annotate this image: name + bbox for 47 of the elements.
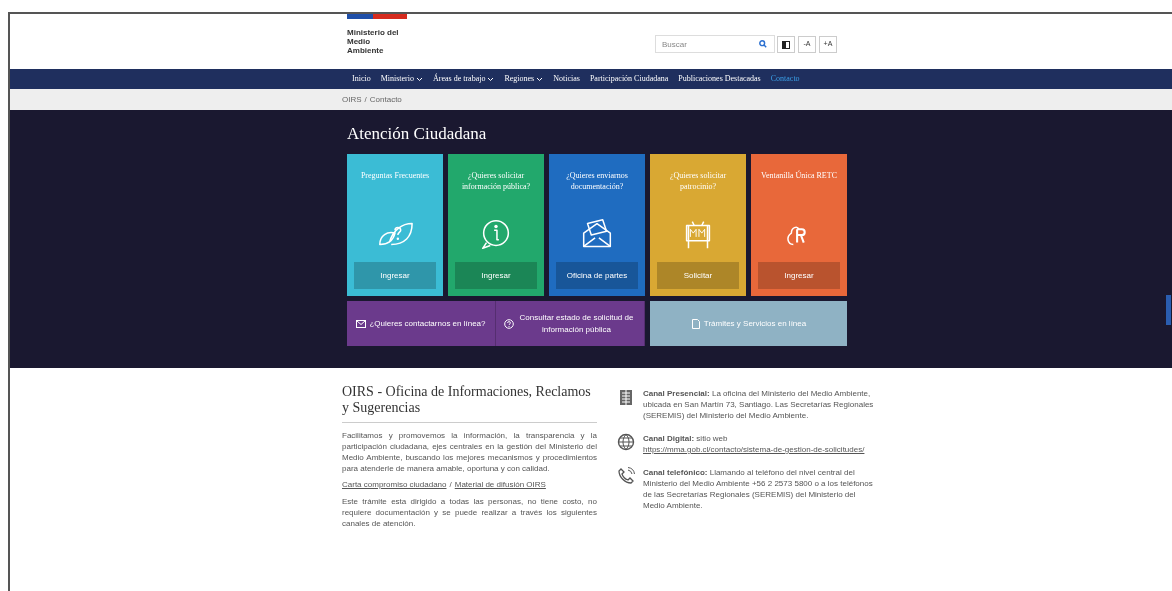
intro-paragraph: Facilitamos y promovemos la información, la transparencia y la participación ciudadana, ejes centrales en la gestión del Ministerio del Medio Ambiente, buscando los mejores mecanismos y procedimientos para atenderle de manera amable, oportuna y con calidad. bbox=[342, 430, 597, 474]
card-title: Preguntas Frecuentes bbox=[360, 170, 430, 182]
card-button[interactable]: Oficina de partes bbox=[556, 262, 638, 289]
card-button[interactable]: Ingresar bbox=[758, 262, 840, 289]
note-paragraph: Este trámite esta dirigido a todas las personas, no tiene costo, no requiere documentación y se puede realizar a través los siguientes canales de atención. bbox=[342, 496, 597, 529]
ministry-logo-text[interactable]: Ministerio del Medio Ambiente bbox=[347, 28, 407, 55]
chevron-down-icon bbox=[536, 76, 544, 82]
globe-icon bbox=[617, 433, 635, 451]
card-title: ¿Quieres enviarnos documentación? bbox=[565, 170, 629, 193]
nav-link[interactable]: Regiones bbox=[504, 73, 544, 85]
nav-link[interactable]: Participación Ciudadana bbox=[589, 73, 669, 85]
website-link[interactable]: https://mma.gob.cl/contacto/sistema-de-gestion-de-solicitudes/ bbox=[643, 445, 865, 454]
nav-link[interactable]: Publicaciones Destacadas bbox=[678, 73, 761, 85]
nav-link[interactable]: Áreas de trabajo bbox=[433, 73, 495, 85]
quick-link[interactable]: ¿Quieres contactarnos en línea? bbox=[347, 301, 496, 346]
card-title: ¿Quieres solicitar patrocinio? bbox=[668, 170, 728, 193]
nav-link[interactable]: Noticias bbox=[553, 73, 580, 85]
document-link[interactable]: Material de difusión OIRS bbox=[454, 479, 546, 491]
document-icon bbox=[690, 318, 701, 329]
nav-link[interactable]: Inicio bbox=[352, 73, 371, 85]
breadcrumb-link[interactable]: OIRS bbox=[342, 93, 362, 106]
phone-icon bbox=[617, 467, 635, 485]
chevron-down-icon bbox=[416, 76, 423, 82]
search-field[interactable]: Buscar bbox=[655, 35, 775, 53]
mail-icon bbox=[356, 318, 367, 329]
quick-link[interactable]: Consultar estado de solicitud de información pública bbox=[496, 301, 645, 346]
channel-paragraph: Canal Presencial: La oficina del Ministerio del Medio Ambiente, ubicada en San Martín 73, Santiago. Las Secretarías Regionales (SEREMIS) del Ministerio del Medio Ambiente. bbox=[643, 388, 875, 421]
channel-paragraph: Canal Digital: sitio web https://mma.gob.cl/contacto/sistema-de-gestion-de-solicitudes/ bbox=[643, 433, 866, 455]
chevron-down-icon bbox=[487, 76, 495, 82]
section-heading: OIRS - Oficina de Informaciones, Reclamos y Sugerencias bbox=[342, 384, 597, 423]
nav-link[interactable]: Contacto bbox=[770, 73, 800, 85]
contrast-icon bbox=[782, 40, 790, 49]
building-icon bbox=[617, 388, 635, 406]
search-icon[interactable] bbox=[759, 40, 767, 48]
flag-stripe bbox=[347, 14, 407, 19]
link-separator: / bbox=[449, 479, 452, 491]
breadcrumb-separator: / bbox=[364, 93, 367, 106]
section-title: Atención Ciudadana bbox=[347, 123, 488, 145]
card-title: ¿Quieres solicitar información pública? bbox=[460, 170, 532, 193]
card-title: Ventanilla Única RETC bbox=[761, 170, 837, 182]
card-button[interactable]: Ingresar bbox=[455, 262, 537, 289]
question-circle-icon bbox=[504, 318, 514, 329]
channel-paragraph: Canal telefónico: Llamando al teléfono del nivel central del Ministerio del Medio Ambiente +56 2 2573 5800 o a los teléfonos de las Secretarías Regionales (SEREMIS) del Ministerio del Medio Ambiente. bbox=[643, 467, 874, 511]
document-link[interactable]: Carta compromiso ciudadano bbox=[342, 479, 447, 491]
nav-link[interactable]: Ministerio bbox=[380, 73, 423, 85]
contrast-button[interactable] bbox=[777, 36, 795, 53]
breadcrumb-current: Contacto bbox=[369, 93, 402, 106]
